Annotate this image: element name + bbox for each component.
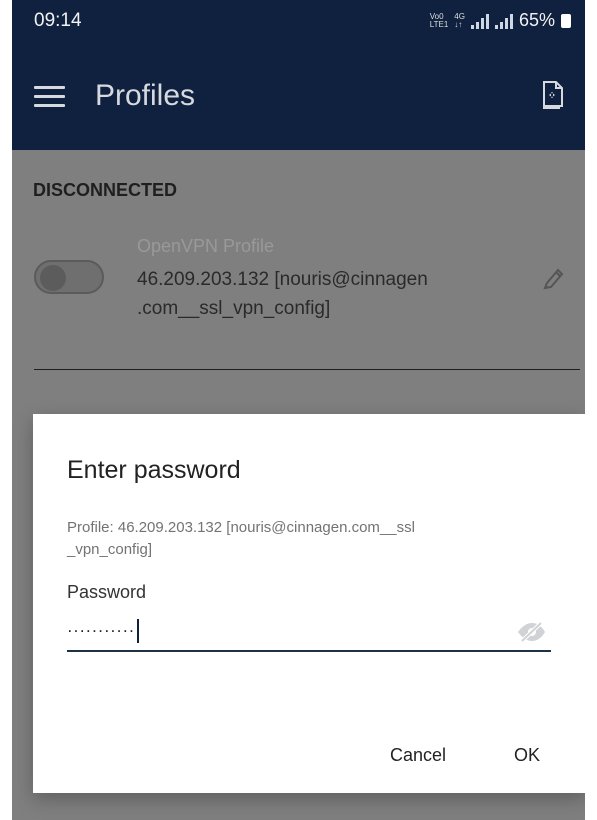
signal-strength-icon xyxy=(470,13,489,29)
phone-screen: 09:14 Vo0 LTE1 4G ↓↑ 65% Profiles DISCON… xyxy=(12,0,585,820)
text-caret xyxy=(136,619,139,643)
profile-address: 46.209.203.132 [nouris@cinnagen .com__ss… xyxy=(137,269,428,319)
dialog-title: Enter password xyxy=(67,456,241,484)
vpn-toggle[interactable] xyxy=(34,260,104,294)
mobile-data-indicator: 4G ↓↑ xyxy=(454,11,465,29)
password-input[interactable]: ··········· xyxy=(67,612,551,652)
status-indicators: Vo0 LTE1 4G ↓↑ 65% xyxy=(430,10,571,31)
import-profile-icon[interactable] xyxy=(540,80,564,110)
battery-icon xyxy=(561,13,571,28)
cancel-button[interactable]: Cancel xyxy=(390,745,446,766)
password-label: Password xyxy=(67,582,147,602)
app-bar: Profiles xyxy=(12,44,585,150)
password-value: ··········· xyxy=(67,619,139,643)
hamburger-menu-icon[interactable] xyxy=(34,84,65,108)
signal-strength-icon-secondary xyxy=(494,13,513,29)
connection-status: DISCONNECTED xyxy=(33,180,178,200)
battery-level: 65% xyxy=(518,10,555,30)
section-divider xyxy=(34,369,580,370)
network-indicator: Vo0 LTE1 xyxy=(429,11,449,29)
status-bar: 09:14 Vo0 LTE1 4G ↓↑ 65% xyxy=(12,0,585,44)
dialog-profile-text: Profile: 46.209.203.132 [nouris@cinnagen… xyxy=(67,519,415,558)
visibility-off-icon[interactable] xyxy=(516,621,547,643)
password-dialog: Enter password Profile: 46.209.203.132 [… xyxy=(33,414,585,793)
ok-button[interactable]: OK xyxy=(514,745,540,766)
page-title: Profiles xyxy=(95,79,196,112)
status-time: 09:14 xyxy=(34,10,82,31)
pencil-icon[interactable] xyxy=(538,263,566,295)
toggle-knob xyxy=(40,265,66,291)
password-underline xyxy=(67,650,551,652)
profile-name: OpenVPN Profile xyxy=(137,236,275,256)
